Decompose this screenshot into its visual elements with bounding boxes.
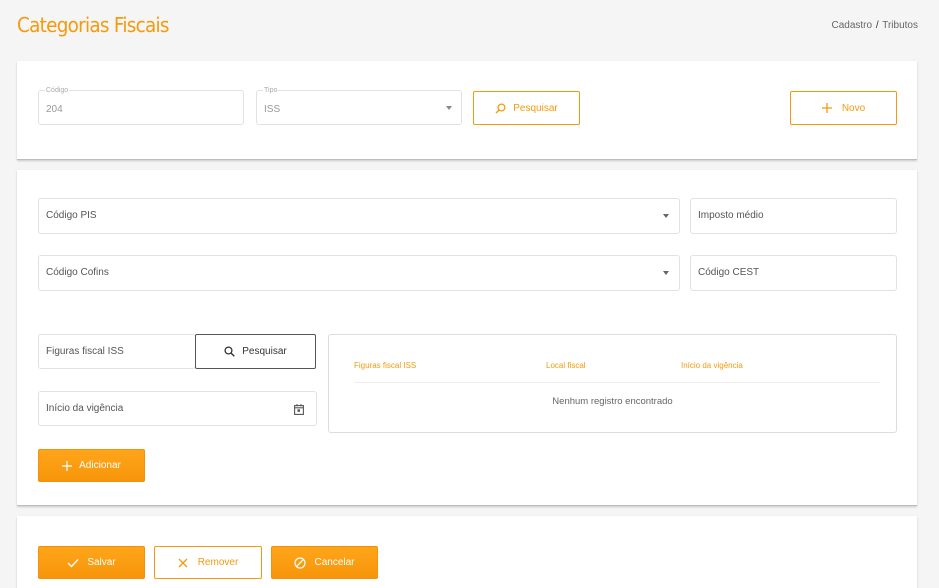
table-header-inicio[interactable]: Início da vigência — [681, 361, 743, 370]
add-button[interactable]: Adicionar — [38, 449, 145, 482]
plus-icon — [821, 103, 832, 113]
search-icon — [224, 346, 236, 357]
tipo-label: Tipo — [263, 87, 279, 95]
caret-down-icon — [446, 106, 452, 110]
table-empty-message: Nenhum registro encontrado — [552, 396, 673, 407]
codigo-field[interactable]: Código 204 — [38, 87, 244, 125]
remove-button[interactable]: Remover — [154, 546, 262, 579]
search-button[interactable]: Pesquisar — [473, 91, 580, 125]
breadcrumb-separator: / — [875, 20, 879, 31]
actions-card: Salvar Remover Cancelar — [17, 516, 917, 588]
new-button[interactable]: Novo — [790, 91, 897, 125]
breadcrumb: Cadastro / Tributos — [831, 20, 918, 31]
figuras-search-button-label: Pesquisar — [242, 346, 287, 357]
cancel-button-label: Cancelar — [314, 557, 355, 568]
codigo-cofins-placeholder: Código Cofins — [46, 267, 109, 278]
breadcrumb-current: Tributos — [882, 20, 918, 31]
tipo-select[interactable]: Tipo ISS — [256, 87, 462, 125]
check-icon — [67, 558, 79, 568]
table-header-figuras[interactable]: Figuras fiscal ISS — [354, 361, 416, 370]
add-button-label: Adicionar — [79, 460, 121, 471]
figuras-table: Figuras fiscal ISS Local fiscal Início d… — [328, 334, 897, 433]
cancel-button[interactable]: Cancelar — [271, 546, 378, 579]
save-button[interactable]: Salvar — [38, 546, 145, 579]
breadcrumb-parent[interactable]: Cadastro — [831, 20, 872, 31]
caret-down-icon — [663, 214, 669, 218]
codigo-cest-placeholder: Código CEST — [698, 267, 760, 278]
new-button-label: Novo — [841, 102, 866, 114]
tipo-value: ISS — [264, 104, 281, 115]
codigo-pis-select[interactable]: Código PIS — [38, 198, 680, 234]
form-card: Código PIS Imposto médio Código Cofins C… — [17, 170, 917, 506]
plus-icon — [62, 460, 73, 471]
remove-button-label: Remover — [197, 557, 239, 568]
codigo-label: Código — [45, 87, 70, 95]
calendar-icon[interactable] — [294, 404, 304, 415]
codigo-value: 204 — [46, 104, 63, 115]
table-header-divider — [354, 382, 880, 383]
cancel-icon — [294, 556, 307, 569]
close-icon — [178, 558, 188, 568]
codigo-cofins-select[interactable]: Código Cofins — [38, 255, 680, 291]
search-icon — [495, 102, 506, 114]
figuras-fiscal-iss-field[interactable]: Figuras fiscal ISS — [38, 334, 196, 369]
search-button-label: Pesquisar — [513, 102, 558, 114]
page-title: Categorias Fiscais — [17, 13, 170, 37]
figuras-fiscal-iss-placeholder: Figuras fiscal ISS — [46, 346, 124, 357]
imposto-medio-placeholder: Imposto médio — [698, 210, 764, 221]
search-card: Código 204 Tipo ISS Pesquisar Novo — [17, 61, 917, 160]
inicio-vigencia-placeholder: Início da vigência — [46, 403, 124, 414]
table-header-local[interactable]: Local fiscal — [546, 361, 586, 370]
imposto-medio-field[interactable]: Imposto médio — [690, 198, 897, 234]
inicio-vigencia-field[interactable]: Início da vigência — [38, 391, 317, 426]
codigo-cest-field[interactable]: Código CEST — [690, 255, 897, 291]
figuras-search-button[interactable]: Pesquisar — [195, 334, 316, 369]
save-button-label: Salvar — [87, 557, 116, 568]
codigo-pis-placeholder: Código PIS — [46, 210, 97, 221]
caret-down-icon — [663, 271, 669, 275]
